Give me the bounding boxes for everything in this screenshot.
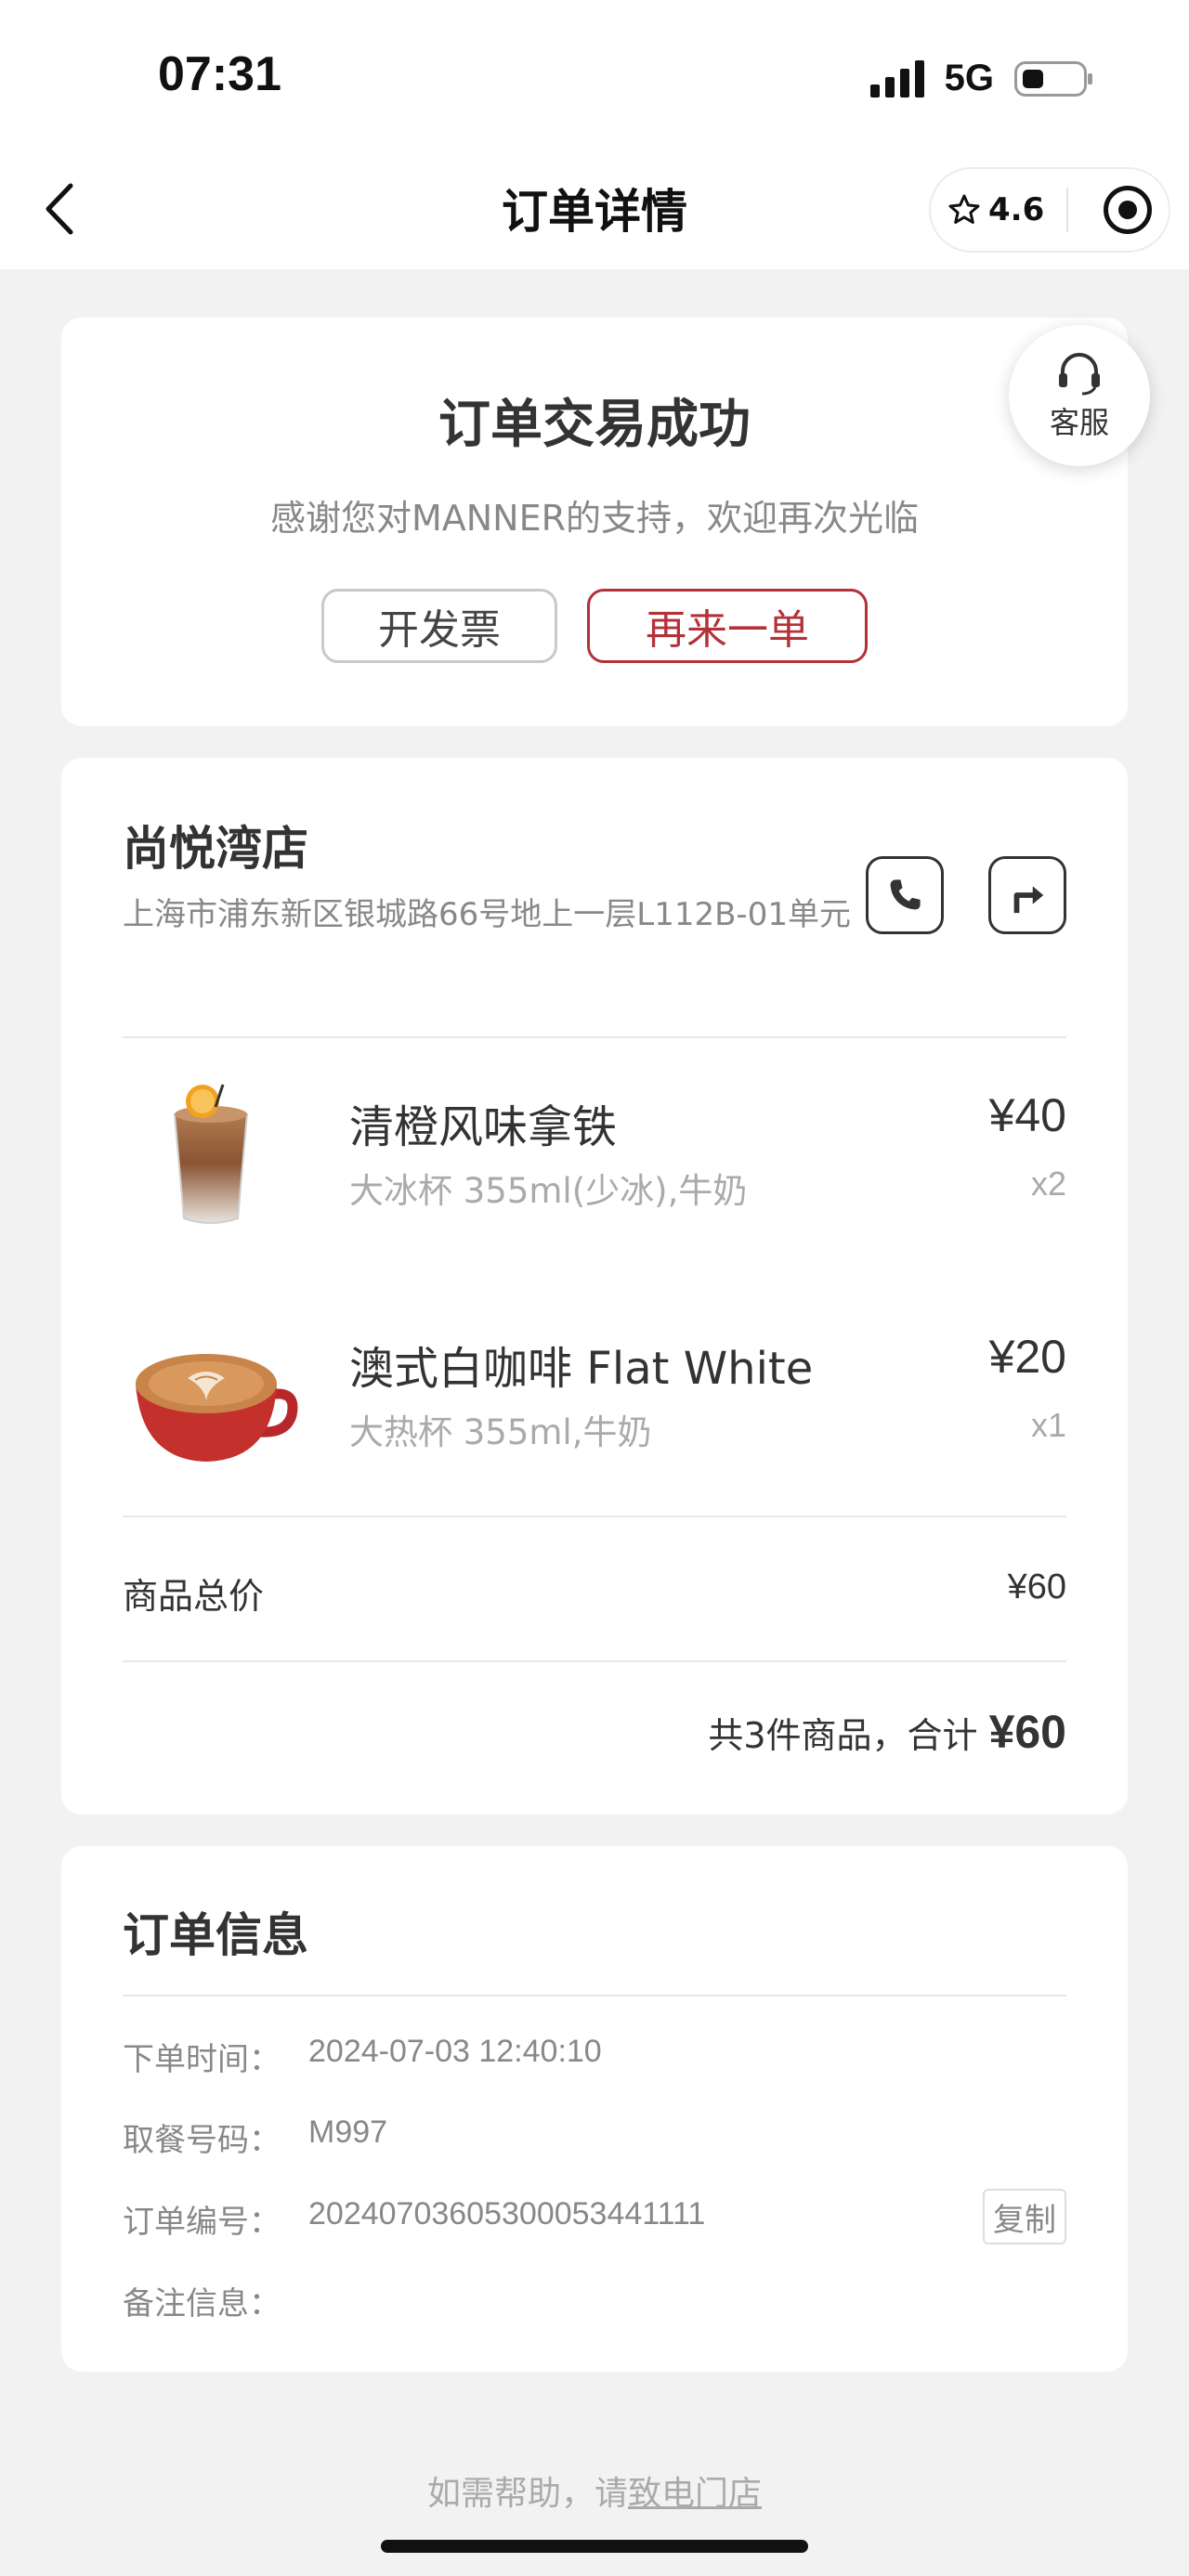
store-address: 上海市浦东新区银城路66号地上一层L112B-01单元 bbox=[123, 896, 851, 933]
invoice-button[interactable]: 开发票 bbox=[321, 589, 557, 663]
headset-icon bbox=[1059, 353, 1100, 396]
network-type: 5G bbox=[944, 58, 994, 98]
reorder-button[interactable]: 再来一单 bbox=[587, 589, 868, 663]
remarks-row: 备注信息： bbox=[123, 2270, 1066, 2326]
order-status-card: 订单交易成功 感谢您对MANNER的支持，欢迎再次光临 开发票 再来一单 bbox=[61, 318, 1128, 726]
call-store-link[interactable]: 致电门店 bbox=[628, 2475, 762, 2513]
item-options: 大热杯 355ml,牛奶 bbox=[349, 1412, 652, 1452]
store-name: 尚悦湾店 bbox=[123, 822, 308, 876]
divider bbox=[123, 1995, 1066, 1997]
order-status-title: 订单交易成功 bbox=[438, 395, 751, 455]
copy-order-number-button[interactable]: 复制 bbox=[983, 2189, 1066, 2244]
item-price: ¥20 bbox=[988, 1331, 1066, 1383]
capsule-divider bbox=[1066, 188, 1068, 232]
star-icon bbox=[948, 194, 980, 224]
help-prefix: 如需帮助，请 bbox=[426, 2475, 628, 2513]
order-info-title: 订单信息 bbox=[123, 1908, 308, 1962]
order-time-row: 下单时间： 2024-07-03 12:40:10 bbox=[123, 2026, 1066, 2082]
status-time: 07:31 bbox=[158, 47, 281, 101]
call-store-button[interactable] bbox=[866, 856, 944, 934]
summary-text: 共3件商品，合计 bbox=[708, 1715, 978, 1756]
info-label: 备注信息： bbox=[123, 2285, 281, 2322]
order-status-subtitle: 感谢您对MANNER的支持，欢迎再次光临 bbox=[269, 498, 920, 539]
item-price: ¥40 bbox=[988, 1089, 1066, 1141]
home-indicator bbox=[381, 2540, 808, 2553]
item-name: 澳式白咖啡 Flat White bbox=[349, 1343, 814, 1395]
order-item[interactable]: 澳式白咖啡 Flat White 大热杯 355ml,牛奶 ¥20 x1 bbox=[61, 1304, 1128, 1490]
store-order-card: 尚悦湾店 上海市浦东新区银城路66号地上一层L112B-01单元 清橙风味拿铁 … bbox=[61, 758, 1128, 1815]
order-info-card: 订单信息 下单时间： 2024-07-03 12:40:10 取餐号码： M99… bbox=[61, 1846, 1128, 2372]
top-bar: 07:31 5G 订单详情 4.6 bbox=[0, 0, 1189, 269]
info-label: 下单时间： bbox=[123, 2041, 281, 2078]
pickup-code-value: M997 bbox=[308, 2114, 388, 2150]
rating-value: 4.6 bbox=[988, 191, 1045, 228]
rating-button[interactable]: 4.6 bbox=[931, 191, 1061, 228]
item-quantity: x1 bbox=[1030, 1406, 1066, 1444]
navigate-store-button[interactable] bbox=[988, 856, 1066, 934]
divider bbox=[123, 1036, 1066, 1038]
customer-service-label: 客服 bbox=[1049, 405, 1109, 440]
navigate-icon bbox=[1013, 886, 1044, 914]
item-quantity: x2 bbox=[1030, 1164, 1066, 1203]
signal-icon bbox=[869, 59, 924, 98]
divider bbox=[123, 1516, 1066, 1517]
divider bbox=[123, 1660, 1066, 1662]
order-time-value: 2024-07-03 12:40:10 bbox=[308, 2034, 602, 2069]
summary-amount: ¥60 bbox=[988, 1706, 1066, 1758]
order-summary: 共3件商品，合计 ¥60 bbox=[708, 1705, 1066, 1759]
flat-white-image bbox=[136, 1354, 298, 1462]
goods-total-value: ¥60 bbox=[1007, 1568, 1066, 1607]
info-label: 订单编号： bbox=[123, 2204, 281, 2241]
status-icons: 5G bbox=[869, 58, 1092, 99]
item-name: 清橙风味拿铁 bbox=[349, 1101, 618, 1153]
target-icon[interactable] bbox=[1104, 186, 1152, 234]
order-item[interactable]: 清橙风味拿铁 大冰杯 355ml(少冰),牛奶 ¥40 x2 bbox=[61, 1062, 1128, 1248]
pickup-code-row: 取餐号码： M997 bbox=[123, 2107, 1066, 2163]
item-options: 大冰杯 355ml(少冰),牛奶 bbox=[349, 1171, 748, 1211]
mini-program-capsule: 4.6 bbox=[929, 167, 1170, 253]
iced-latte-image bbox=[173, 1084, 249, 1224]
help-footer: 如需帮助，请致电门店 bbox=[0, 2466, 1189, 2515]
order-number-row: 订单编号： 20240703605300053441111 复制 bbox=[123, 2189, 1066, 2244]
info-label: 取餐号码： bbox=[123, 2122, 281, 2159]
goods-total-label: 商品总价 bbox=[123, 1576, 265, 1617]
order-number-value: 20240703605300053441111 bbox=[308, 2196, 706, 2231]
battery-icon bbox=[1014, 60, 1092, 97]
phone-icon bbox=[890, 879, 921, 910]
customer-service-button[interactable]: 客服 bbox=[1009, 325, 1150, 466]
